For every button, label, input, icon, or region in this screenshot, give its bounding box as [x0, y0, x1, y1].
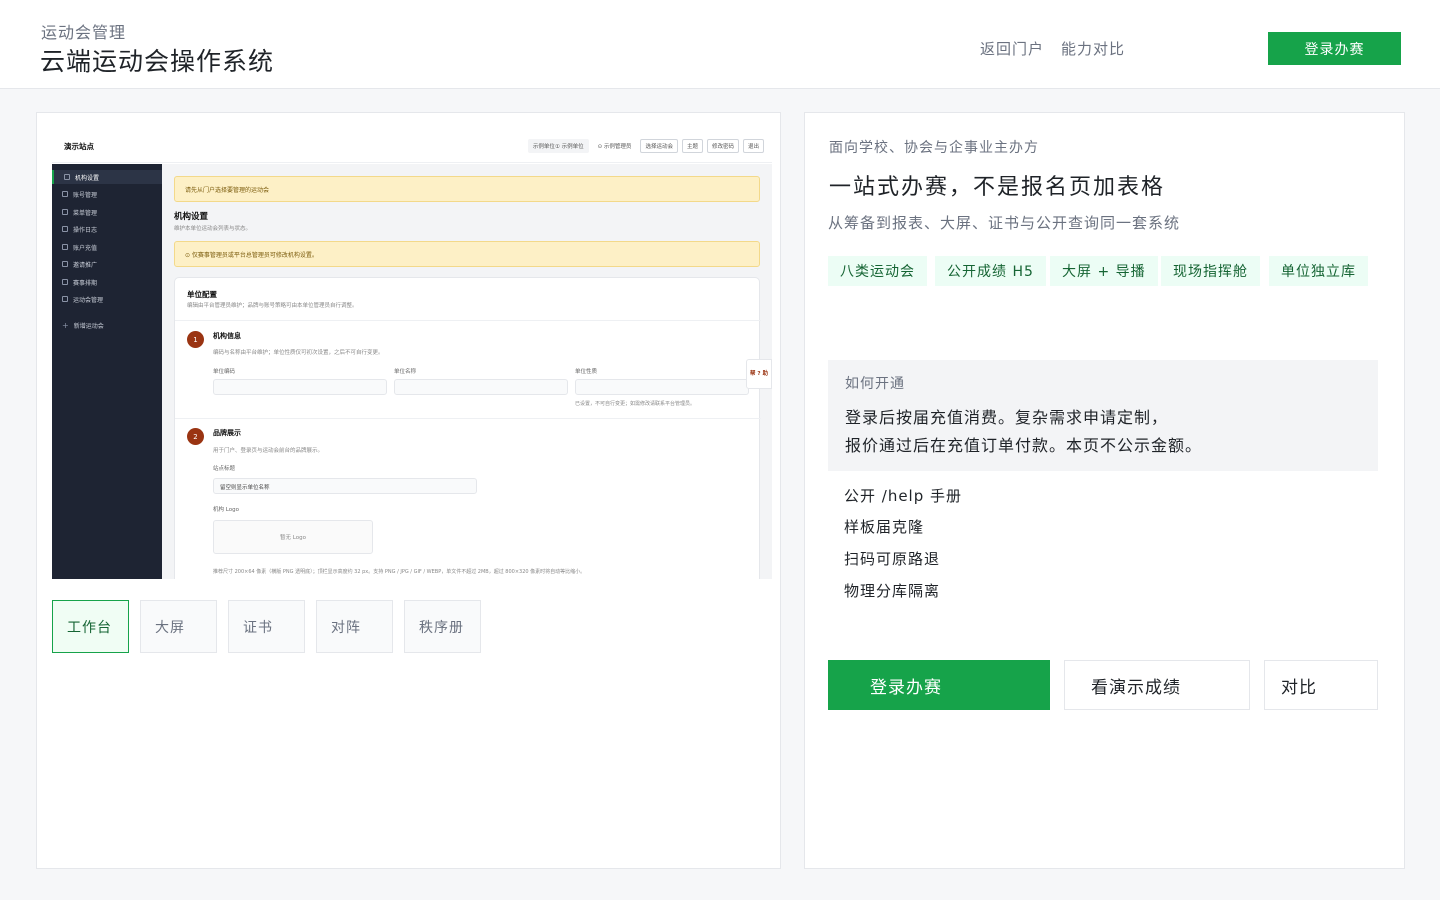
preview-sidebar-item-accounts: 账号管理 — [52, 187, 162, 201]
preview-admin-chip: ⊙ 示例管理员 — [592, 139, 637, 153]
trophy-icon — [62, 296, 68, 302]
feature-help-manual: 公开 /help 手册 — [844, 487, 963, 505]
preview-page-subtitle: 维护本单位运动会列表与状态。 — [174, 226, 252, 232]
preview-step1-title: 机构信息 — [213, 332, 241, 340]
preview-site-title-field: 留空则显示单位名称 — [213, 478, 477, 494]
preview-card: 演示站点 示例单位① 示例单位 ⊙ 示例管理员 选择运动会 主题 修改密码 退出… — [36, 112, 781, 869]
preview-topbar: 演示站点 示例单位① 示例单位 ⊙ 示例管理员 选择运动会 主题 修改密码 退出 — [52, 133, 772, 163]
admin-preview-screenshot: 演示站点 示例单位① 示例单位 ⊙ 示例管理员 选择运动会 主题 修改密码 退出… — [52, 133, 772, 579]
plus-icon: + — [62, 320, 69, 330]
feature-physical-isolation: 物理分库隔离 — [844, 582, 941, 600]
preview-label-type: 单位性质 — [575, 369, 598, 375]
preview-site-name: 演示站点 — [64, 142, 94, 151]
wallet-icon — [62, 244, 68, 250]
preview-type-field — [575, 379, 749, 395]
preview-permission-alert: ⊙ 仅赛事管理员或平台总管理员可修改机构设置。 — [174, 241, 760, 267]
preview-page-title: 机构设置 — [174, 212, 209, 222]
menu-icon — [62, 209, 68, 215]
preview-panel-title: 单位配置 — [187, 290, 217, 299]
preview-label-code: 单位编码 — [213, 369, 236, 375]
tag-public-results-h5: 公开成绩 H5 — [935, 256, 1046, 286]
demo-results-button[interactable]: 看演示成绩 — [1064, 660, 1250, 710]
preview-code-field — [213, 379, 387, 395]
tab-program-book[interactable]: 秩序册 — [404, 600, 481, 653]
preview-sidebar: 机构设置 账号管理 菜单管理 操作日志 账户充值 邀请推广 赛事排期 运动会管理… — [52, 164, 162, 579]
preview-panel-subtitle: 编辑由平台管理员维护；品牌与账号策略可由本单位管理员自行调整。 — [187, 303, 358, 309]
tab-workbench[interactable]: 工作台 — [52, 600, 129, 653]
preview-sidebar-label: 运动会管理 — [73, 296, 104, 304]
preview-sidebar-item-menu: 菜单管理 — [52, 205, 162, 219]
tag-command-center: 现场指挥舱 — [1161, 256, 1260, 286]
preview-logout-chip: 退出 — [742, 139, 764, 153]
preview-sidebar-label: 账号管理 — [73, 191, 98, 199]
preview-sidebar-label: 赛事排期 — [73, 279, 98, 287]
howto-box: 如何开通 登录后按届充值消费。复杂需求申请定制， 报价通过后在充值订单付款。本页… — [828, 360, 1378, 471]
preview-sidebar-item-logs: 操作日志 — [52, 222, 162, 236]
calendar-icon — [62, 279, 68, 285]
preview-select-event-chip: 选择运动会 — [640, 139, 678, 153]
preview-label-logo: 机构 Logo — [213, 507, 239, 513]
intro-eyebrow: 面向学校、协会与企事业主办方 — [829, 140, 1039, 156]
brand-subtitle: 运动会管理 — [41, 23, 127, 42]
preview-logo-placeholder: 暂无 Logo — [213, 520, 373, 554]
tag-big-screen-director: 大屏 + 导播 — [1050, 256, 1158, 286]
preview-step-badge-2: 2 — [187, 428, 204, 445]
tab-certificate[interactable]: 证书 — [228, 600, 305, 653]
howto-line-1: 登录后按届充值消费。复杂需求申请定制， — [845, 408, 1169, 427]
preview-sidebar-label: 邀请推广 — [73, 261, 98, 269]
preview-help-tab: 帮 ? 助 — [746, 359, 772, 389]
tag-eight-sport-types: 八类运动会 — [828, 256, 927, 286]
log-icon — [62, 226, 68, 232]
intro-description: 从筹备到报表、大屏、证书与公开查询同一套系统 — [828, 214, 1181, 232]
preview-name-field — [394, 379, 568, 395]
preview-select-alert: 请先从门户选择要管理的运动会 — [174, 176, 760, 202]
howto-line-2: 报价通过后在充值订单付款。本页不公示金额。 — [845, 436, 1203, 455]
preview-step2-title: 品牌展示 — [213, 429, 241, 437]
preview-sidebar-label: 账户充值 — [73, 244, 98, 252]
preview-step1-desc: 编码与名称由平台维护；单位性质仅可初次设置，之后不可自行变更。 — [213, 350, 384, 356]
preview-config-panel: 单位配置 编辑由平台管理员维护；品牌与账号策略可由本单位管理员自行调整。 1 机… — [174, 277, 761, 579]
preview-sidebar-item-new-event: + 新增运动会 — [52, 318, 162, 332]
preview-sidebar-label: 新增运动会 — [73, 322, 104, 330]
org-icon — [64, 174, 70, 180]
header-login-button[interactable]: 登录办赛 — [1268, 32, 1401, 65]
intro-card: 面向学校、协会与企事业主办方 一站式办赛，不是报名页加表格 从筹备到报表、大屏、… — [804, 112, 1405, 869]
share-icon — [62, 261, 68, 267]
divider — [175, 418, 761, 419]
tab-bracket[interactable]: 对阵 — [316, 600, 393, 653]
preview-sidebar-item-invite: 邀请推广 — [52, 257, 162, 271]
login-button[interactable]: 登录办赛 — [828, 660, 1050, 710]
preview-step-badge-1: 1 — [187, 331, 204, 348]
howto-title: 如何开通 — [845, 376, 905, 392]
preview-step2-desc: 用于门户、登录页与运动会前台的品牌展示。 — [213, 448, 324, 454]
preview-org-chip: 示例单位① 示例单位 — [527, 139, 589, 153]
preview-theme-chip: 主题 — [681, 139, 703, 153]
preview-logo-hint: 推荐尺寸 200×64 像素（横版 PNG 透明底）；顶栏显示高度约 32 px… — [213, 569, 586, 575]
nav-capability-compare[interactable]: 能力对比 — [1061, 38, 1125, 59]
users-icon — [62, 191, 68, 197]
compare-button[interactable]: 对比 — [1264, 660, 1378, 710]
tab-big-screen[interactable]: 大屏 — [140, 600, 217, 653]
feature-template-clone: 样板届克隆 — [844, 518, 925, 536]
preview-main: 请先从门户选择要管理的运动会 机构设置 维护本单位运动会列表与状态。 ⊙ 仅赛事… — [162, 164, 772, 579]
preview-sidebar-item-org: 机构设置 — [52, 170, 162, 184]
preview-sidebar-label: 菜单管理 — [73, 209, 98, 217]
nav-back-to-portal[interactable]: 返回门户 — [980, 38, 1044, 59]
preview-sidebar-item-events: 运动会管理 — [52, 292, 162, 306]
preview-sidebar-label: 操作日志 — [73, 226, 98, 234]
preview-sidebar-item-schedule: 赛事排期 — [52, 275, 162, 289]
intro-title: 一站式办赛，不是报名页加表格 — [829, 175, 1166, 200]
brand-title: 云端运动会操作系统 — [40, 47, 275, 76]
tag-isolated-database: 单位独立库 — [1269, 256, 1368, 286]
preview-label-site-title: 站点标题 — [213, 466, 236, 472]
preview-password-chip: 修改密码 — [706, 139, 739, 153]
divider — [175, 320, 761, 321]
top-header: 运动会管理 云端运动会操作系统 返回门户 能力对比 登录办赛 — [0, 0, 1440, 89]
preview-toolbar: 示例单位① 示例单位 ⊙ 示例管理员 选择运动会 主题 修改密码 退出 — [527, 139, 764, 153]
preview-sidebar-item-recharge: 账户充值 — [52, 240, 162, 254]
preview-label-name: 单位名称 — [394, 369, 417, 375]
preview-type-hint: 已设置，不可自行变更；如需修改请联系平台管理员。 — [575, 401, 696, 407]
feature-qr-refund: 扫码可原路退 — [844, 550, 941, 568]
preview-sidebar-label: 机构设置 — [75, 174, 100, 182]
